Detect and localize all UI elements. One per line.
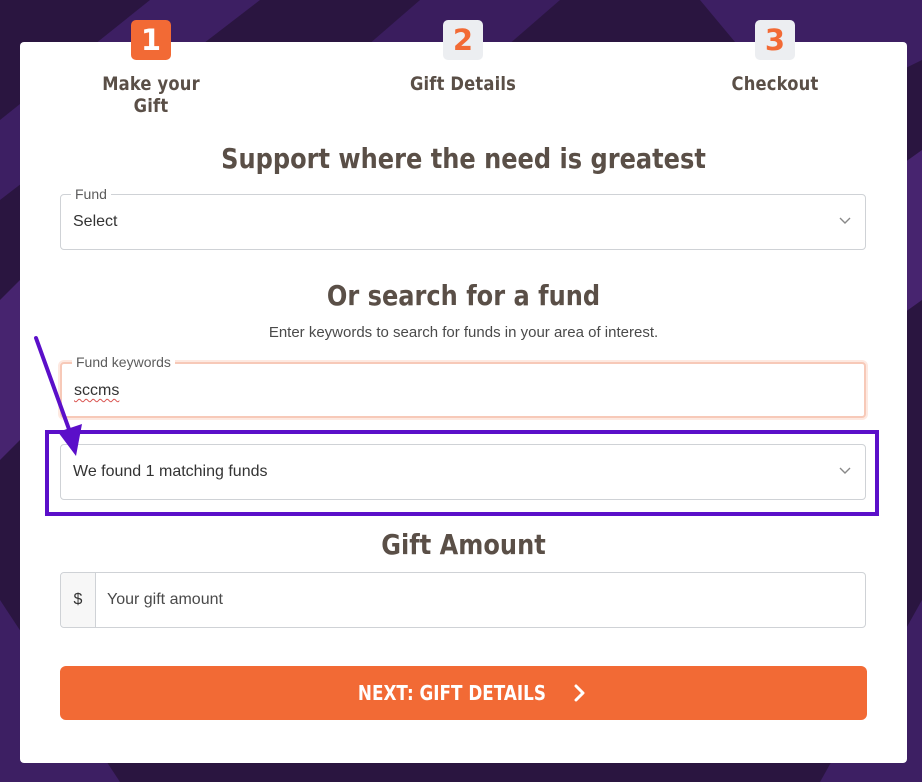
next-gift-details-button[interactable]: NEXT: GIFT DETAILS — [60, 666, 867, 720]
step-3-badge: 3 — [755, 20, 795, 60]
search-heading: Or search for a fund — [326, 279, 601, 312]
support-heading: Support where the need is greatest — [221, 142, 706, 175]
gift-amount-heading: Gift Amount — [381, 528, 546, 561]
step-3-label: Checkout — [731, 73, 819, 95]
gift-amount-field[interactable]: $ Your gift amount — [60, 572, 866, 628]
step-2-badge: 2 — [443, 20, 483, 60]
step-2-label: Gift Details — [409, 73, 517, 95]
fund-select[interactable]: Fund Select — [60, 186, 866, 250]
step-1-label: Make your Gift — [102, 73, 200, 117]
next-button-label: NEXT: GIFT DETAILS — [358, 681, 547, 705]
annotation-highlight-box — [45, 430, 879, 516]
fund-keywords-value: sccms — [74, 382, 120, 399]
fund-keywords-legend: Fund keywords — [72, 354, 175, 370]
chevron-down-icon — [839, 217, 851, 224]
currency-prefix: $ — [61, 573, 96, 627]
gift-form-card: 1 Make your Gift 2 Gift Details 3 Checko… — [20, 20, 907, 763]
step-checkout[interactable]: 3 Checkout — [695, 20, 855, 95]
fund-keywords-input[interactable]: Fund keywords sccms — [60, 354, 866, 418]
search-help-text: Enter keywords to search for funds in yo… — [268, 324, 659, 341]
step-1-badge: 1 — [131, 20, 171, 60]
fund-select-value: Select — [73, 213, 118, 230]
gift-amount-placeholder: Your gift amount — [107, 591, 223, 608]
fund-select-legend: Fund — [71, 186, 111, 202]
step-gift-details[interactable]: 2 Gift Details — [383, 20, 543, 95]
step-make-your-gift[interactable]: 1 Make your Gift — [71, 20, 231, 117]
chevron-right-icon — [574, 684, 585, 702]
